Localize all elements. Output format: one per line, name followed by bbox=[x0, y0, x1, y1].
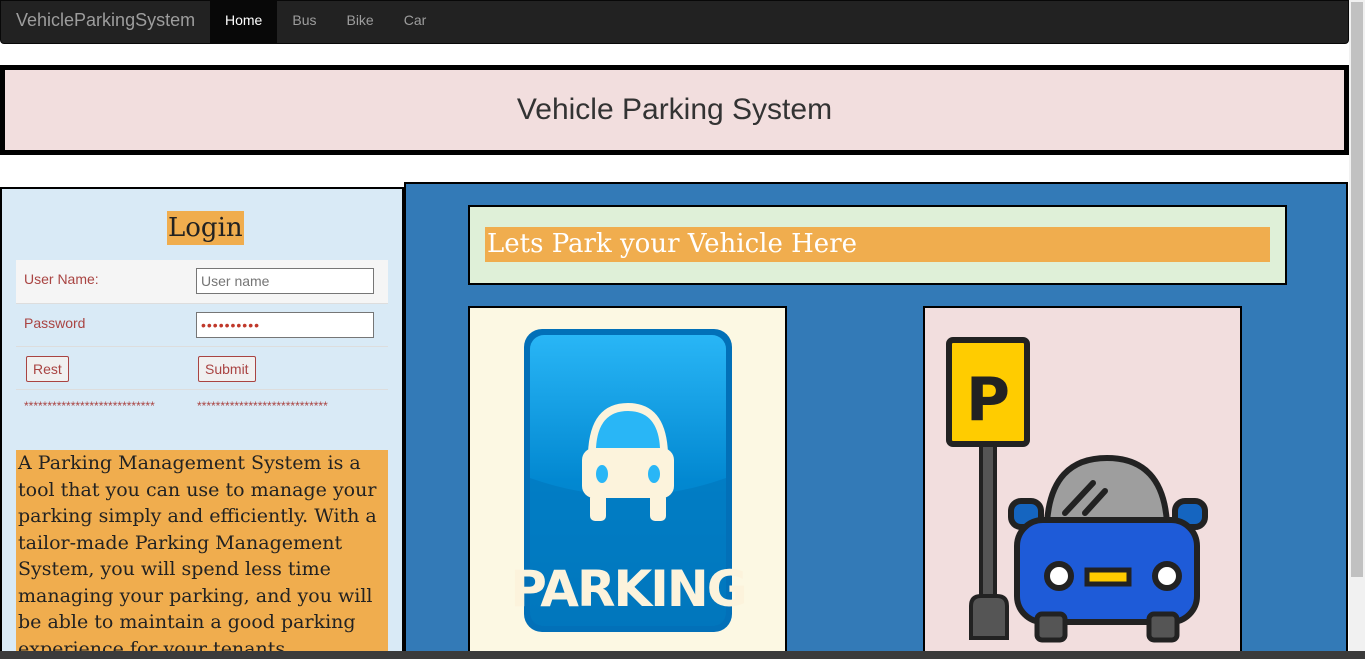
password-label: Password bbox=[24, 315, 86, 331]
login-title: Login bbox=[167, 211, 244, 245]
login-form: User Name: Password Rest Submit ********… bbox=[16, 260, 388, 432]
scrollbar-thumb[interactable] bbox=[1351, 2, 1363, 577]
password-row: Password bbox=[16, 303, 388, 346]
brand-link[interactable]: VehicleParkingSystem bbox=[16, 10, 195, 31]
password-input[interactable] bbox=[196, 312, 374, 338]
login-panel: Login User Name: Password Rest Submit **… bbox=[0, 187, 404, 659]
os-taskbar bbox=[0, 651, 1365, 659]
validation-row: **************************** ***********… bbox=[16, 389, 388, 432]
main-panel: Lets Park your Vehicle Here PARKING P bbox=[404, 182, 1348, 659]
buttons-row: Rest Submit bbox=[16, 346, 388, 389]
tagline-box: Lets Park your Vehicle Here bbox=[468, 205, 1287, 285]
nav-item-home[interactable]: Home bbox=[210, 1, 278, 44]
nav-item-bike[interactable]: Bike bbox=[331, 1, 388, 44]
top-navbar: VehicleParkingSystem Home Bus Bike Car bbox=[0, 0, 1349, 44]
submit-button[interactable]: Submit bbox=[198, 356, 256, 382]
nav-item-car[interactable]: Car bbox=[389, 1, 442, 44]
parking-car-icon: P bbox=[946, 337, 1208, 643]
parking-car-card: P bbox=[923, 306, 1242, 659]
post-letter: P bbox=[966, 365, 1010, 435]
page-title: Vehicle Parking System bbox=[516, 93, 833, 126]
username-row: User Name: bbox=[16, 260, 388, 303]
page-header: Vehicle Parking System bbox=[0, 65, 1349, 155]
nav-menu: Home Bus Bike Car bbox=[210, 1, 441, 44]
username-label: User Name: bbox=[24, 271, 99, 287]
parking-sign-icon: PARKING bbox=[510, 329, 748, 632]
tagline-text: Lets Park your Vehicle Here bbox=[485, 227, 1270, 262]
parking-sign-card: PARKING bbox=[468, 306, 787, 659]
reset-button[interactable]: Rest bbox=[26, 356, 69, 382]
username-validation: **************************** bbox=[24, 399, 155, 413]
password-validation: **************************** bbox=[197, 399, 328, 413]
username-input[interactable] bbox=[196, 268, 374, 294]
description-text: A Parking Management System is a tool th… bbox=[16, 450, 388, 659]
parking-sign-text: PARKING bbox=[510, 560, 746, 618]
nav-item-bus[interactable]: Bus bbox=[277, 1, 331, 44]
